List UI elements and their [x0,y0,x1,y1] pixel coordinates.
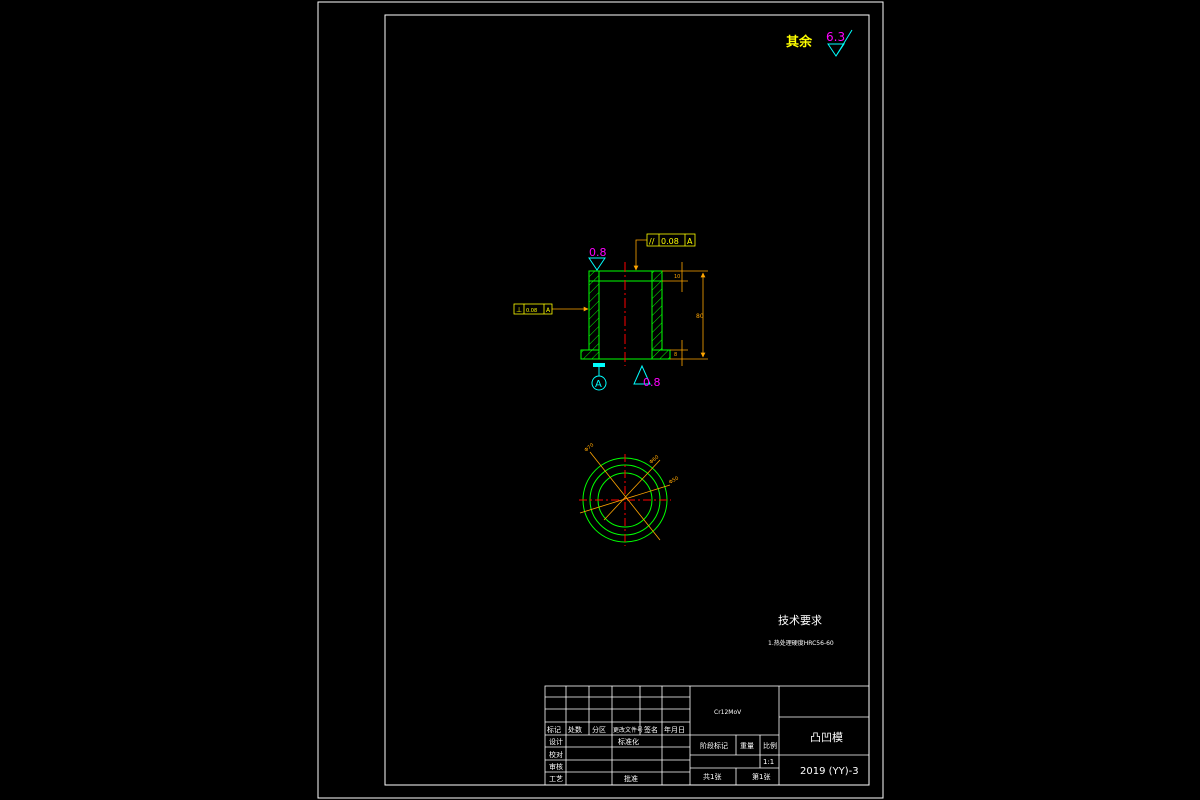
rev-header-file: 更改文件号 [613,726,643,734]
roughness-bottom-value: 0.8 [643,376,661,389]
sheet-number: 第1张 [752,772,770,781]
role-process: 工艺 [549,775,563,783]
inner-border [384,14,870,786]
scale-value: 1:1 [763,758,774,766]
approve-label: 批准 [624,774,638,783]
rev-header-date: 年月日 [664,725,685,734]
svg-text:Φ50: Φ50 [668,475,680,485]
scale-label: 比例 [763,741,777,750]
wall-right [651,280,663,351]
top-view: Φ70 Φ60 Φ50 [579,442,680,546]
tech-req-item-1: 1.热处理硬度HRC56-60 [768,639,834,647]
rev-header-count: 处数 [568,725,582,734]
roughness-general-label: 其余 [786,34,813,50]
material: Cr12MoV [714,709,742,716]
flange-left [580,349,600,360]
weight-label: 重量 [740,742,754,750]
svg-text:80: 80 [696,313,704,320]
tech-req-title: 技术要求 [778,614,822,627]
role-proofread: 校对 [549,750,563,759]
svg-text:10: 10 [674,274,680,280]
svg-text:8: 8 [674,352,677,358]
rev-header-mark: 标记 [547,725,561,734]
tolerance-left-datum: A [546,307,551,314]
rev-header-zone: 分区 [592,725,606,734]
general-roughness: 其余 6.3 [786,29,853,57]
tolerance-top-symbol: // [649,237,655,246]
tolerance-left-symbol: ⊥ [516,306,522,314]
part-name: 凸凹模 [810,731,843,744]
svg-text:Φ70: Φ70 [583,442,595,453]
roughness-general-value: 6.3 [826,30,845,44]
rev-header-sign: 签名 [644,725,658,734]
top-rim-right [651,270,663,282]
flange-right [651,349,671,360]
roughness-top-value: 0.8 [589,246,607,259]
role-design: 设计 [549,737,563,746]
tolerance-left-value: 0.08 [526,308,537,314]
top-rim-left [588,270,600,282]
diameter-dim-3 [603,459,661,521]
outer-border [317,1,884,799]
stage-label: 阶段标记 [700,741,728,750]
section-view: 80 10 8 0.8 0.8 // 0.08 A ⊥ 0.08 A A [513,233,708,391]
sheets-total: 共1张 [703,772,721,781]
wall-left [588,280,600,351]
roughness-top-icon [588,257,606,271]
role-review: 审核 [549,762,563,771]
tolerance-top-value: 0.08 [661,237,679,246]
drawing-number: 2019 (YY)-3 [800,766,859,777]
leader-top-tolerance [633,239,647,271]
svg-text:Φ60: Φ60 [648,454,660,465]
tolerance-top-datum: A [687,237,693,246]
cad-drawing: 其余 6.3 80 10 8 0.8 0.8 // 0.08 A ⊥ 0.08 … [317,1,884,799]
standardization-label: 标准化 [618,737,639,746]
datum-label: A [595,379,602,390]
datum-bar [593,363,605,367]
